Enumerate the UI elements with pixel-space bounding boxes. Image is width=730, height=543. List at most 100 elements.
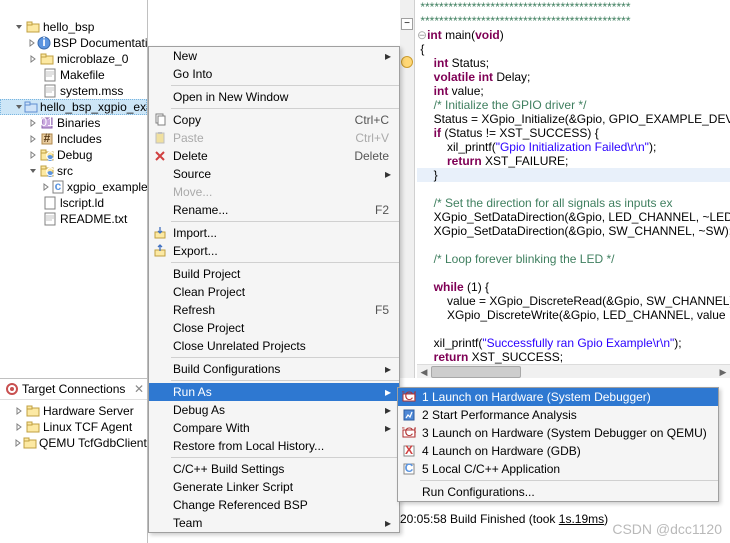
binaries-icon: 01 (39, 115, 55, 131)
warning-marker-icon[interactable] (401, 56, 413, 68)
folder-icon (25, 403, 41, 419)
menu-restore-history[interactable]: Restore from Local History... (149, 437, 399, 455)
menu-export[interactable]: Export... (149, 242, 399, 260)
tree-label: README.txt (60, 212, 127, 226)
tree-label: xgpio_example. (67, 180, 148, 194)
scrollbar-thumb[interactable] (431, 366, 521, 378)
target-row[interactable]: QEMU TcfGdbClient (0, 435, 148, 451)
menu-open-new-window[interactable]: Open in New Window (149, 88, 399, 106)
menu-close-project[interactable]: Close Project (149, 319, 399, 337)
folder-icon (23, 435, 37, 451)
menu-import[interactable]: Import... (149, 224, 399, 242)
submenu-local-cpp[interactable]: C5 Local C/C++ Application (398, 460, 718, 478)
tcf-icon: TCF (398, 388, 420, 406)
submenu-launch-hardware[interactable]: TCF1 Launch on Hardware (System Debugger… (398, 388, 718, 406)
folder-icon (25, 419, 41, 435)
menu-clean-project[interactable]: Clean Project (149, 283, 399, 301)
file-icon (42, 211, 58, 227)
tree-row-hello-bsp[interactable]: hello_bsp (0, 19, 147, 35)
tree-row-src[interactable]: C src (0, 163, 147, 179)
menu-delete[interactable]: DeleteDelete (149, 147, 399, 165)
menu-change-bsp[interactable]: Change Referenced BSP (149, 496, 399, 514)
chevron-right-icon: ▸ (383, 403, 393, 417)
tree-label: system.mss (60, 84, 123, 98)
menu-build-project[interactable]: Build Project (149, 265, 399, 283)
paste-icon (149, 129, 171, 147)
menu-refresh[interactable]: RefreshF5 (149, 301, 399, 319)
project-icon (24, 99, 38, 115)
menu-go-into[interactable]: Go Into (149, 65, 399, 83)
chevron-right-icon (28, 38, 36, 48)
watermark: CSDN @dcc1120 (612, 521, 722, 537)
chevron-right-icon (14, 438, 22, 448)
c-file-icon: c (51, 179, 65, 195)
menu-build-configurations[interactable]: Build Configurations▸ (149, 360, 399, 378)
project-tree: x hello_bsp i BSP Documentation microbla… (0, 0, 148, 543)
import-icon (149, 224, 171, 242)
submenu-launch-qemu[interactable]: TCF3 Launch on Hardware (System Debugger… (398, 424, 718, 442)
close-icon[interactable]: ✕ (134, 382, 144, 396)
tree-row-selected-project[interactable]: hello_bsp_xgpio_exam (0, 99, 147, 115)
tree-row-readme[interactable]: README.txt (0, 211, 147, 227)
tree-row-system-mss[interactable]: system.mss (0, 83, 147, 99)
svg-text:#: # (44, 132, 51, 145)
svg-text:c: c (55, 180, 62, 193)
tree-label: lscript.ld (60, 196, 104, 210)
tcf-icon: TCF (398, 424, 420, 442)
svg-text:TCF: TCF (402, 426, 416, 439)
target-row[interactable]: Linux TCF Agent (0, 419, 148, 435)
svg-text:01: 01 (40, 116, 54, 129)
fold-minus-icon[interactable]: − (401, 18, 413, 30)
scroll-left-arrow-icon[interactable]: ◀ (417, 365, 431, 378)
tree-row-binaries[interactable]: 01 Binaries (0, 115, 147, 131)
delete-icon (149, 147, 171, 165)
tree-label: hello_bsp (43, 20, 94, 34)
menu-compare-with[interactable]: Compare With▸ (149, 419, 399, 437)
panel-header[interactable]: Target Connections ✕ (0, 379, 148, 400)
menu-cpp-build-settings[interactable]: C/C++ Build Settings (149, 460, 399, 478)
folder-c-icon: C (39, 147, 55, 163)
tree-row-bsp-doc[interactable]: i BSP Documentation (0, 35, 147, 51)
menu-generate-linker[interactable]: Generate Linker Script (149, 478, 399, 496)
context-menu: New▸ Go Into Open in New Window CopyCtrl… (148, 46, 400, 533)
tree-row-makefile[interactable]: Makefile (0, 67, 147, 83)
menu-source[interactable]: Source▸ (149, 165, 399, 183)
menu-close-unrelated[interactable]: Close Unrelated Projects (149, 337, 399, 355)
run-as-submenu: TCF1 Launch on Hardware (System Debugger… (397, 387, 719, 502)
tree-row-includes[interactable]: # Includes (0, 131, 147, 147)
chevron-down-icon (15, 102, 23, 112)
menu-copy[interactable]: CopyCtrl+C (149, 111, 399, 129)
performance-icon (398, 406, 420, 424)
menu-team[interactable]: Team▸ (149, 514, 399, 532)
chevron-right-icon (14, 406, 24, 416)
svg-text:TCF: TCF (402, 390, 416, 403)
submenu-launch-gdb[interactable]: X4 Launch on Hardware (GDB) (398, 442, 718, 460)
submenu-performance[interactable]: 2 Start Performance Analysis (398, 406, 718, 424)
target-icon (4, 381, 20, 397)
menu-debug-as[interactable]: Debug As▸ (149, 401, 399, 419)
chevron-right-icon (28, 134, 38, 144)
tree-row-lscript[interactable]: lscript.ld (0, 195, 147, 211)
menu-run-as[interactable]: Run As▸ (149, 383, 399, 401)
includes-icon: # (39, 131, 55, 147)
svg-text:C: C (46, 165, 54, 178)
menu-new[interactable]: New▸ (149, 47, 399, 65)
chevron-right-icon: ▸ (383, 421, 393, 435)
chevron-down-icon (28, 166, 38, 176)
chevron-right-icon: ▸ (383, 49, 393, 63)
horizontal-scrollbar[interactable]: ◀ ▶ (417, 364, 730, 378)
menu-rename[interactable]: Rename...F2 (149, 201, 399, 219)
target-label: QEMU TcfGdbClient (39, 436, 147, 450)
tree-row-xgpio[interactable]: c xgpio_example. (0, 179, 147, 195)
file-icon (42, 195, 58, 211)
tree-label: BSP Documentation (53, 36, 148, 50)
tree-row-microblaze[interactable]: microblaze_0 (0, 51, 147, 67)
panel-title-text: Target Connections (22, 382, 125, 396)
submenu-run-configurations[interactable]: Run Configurations... (398, 483, 718, 501)
tree-row-debug[interactable]: C Debug (0, 147, 147, 163)
scroll-right-arrow-icon[interactable]: ▶ (716, 365, 730, 378)
editor-gutter: − (400, 0, 415, 378)
svg-text:C: C (405, 462, 414, 475)
code-editor[interactable]: − **************************************… (400, 0, 730, 378)
target-row[interactable]: Hardware Server (0, 403, 148, 419)
